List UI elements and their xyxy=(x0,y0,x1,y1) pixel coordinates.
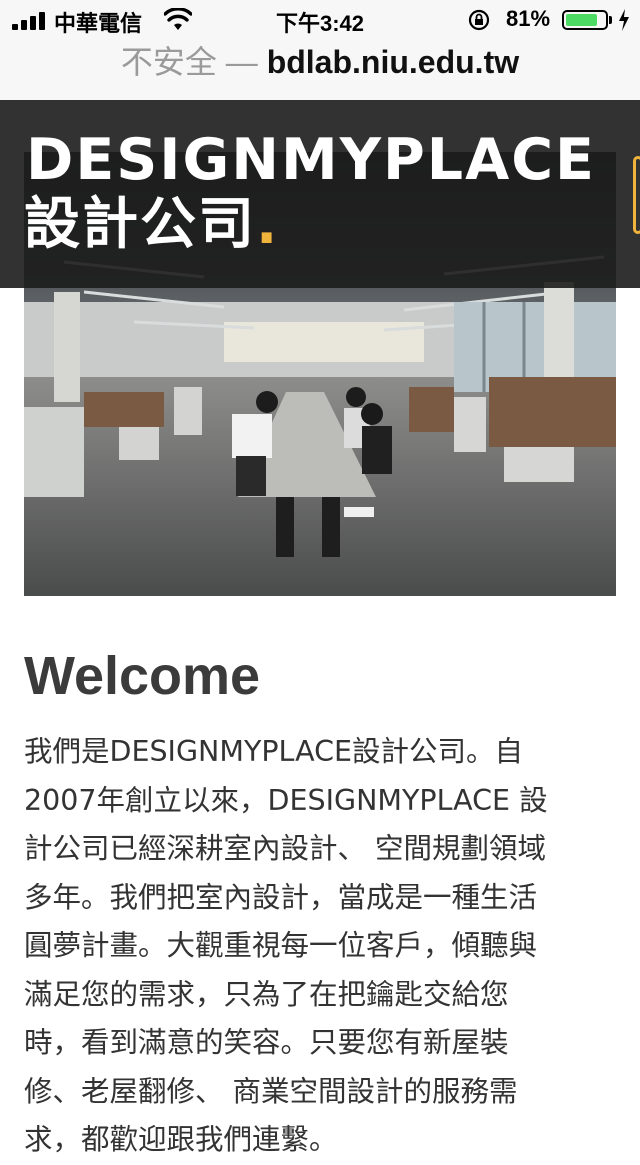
address-bar[interactable]: 不安全 — bdlab.niu.edu.tw xyxy=(0,40,640,100)
welcome-line: 2007年創立以來，DESIGNMYPLACE 設 xyxy=(24,783,548,817)
welcome-heading: Welcome xyxy=(24,646,261,706)
battery-percent: 81% xyxy=(506,6,551,31)
menu-toggle-edge[interactable] xyxy=(633,156,640,234)
battery-icon xyxy=(562,10,608,30)
insecure-label: 不安全 — xyxy=(120,44,258,80)
brand-dot: . xyxy=(256,192,280,257)
battery-nub xyxy=(609,16,612,24)
welcome-line: 滿足您的需求，只為了在把鑰匙交給您 xyxy=(24,977,509,1011)
charging-icon xyxy=(619,9,629,31)
welcome-line: 我們是DESIGNMYPLACE設計公司。自 xyxy=(24,735,523,768)
welcome-line: 計公司已經深耕室內設計、 空間規劃領域 xyxy=(24,832,547,865)
brand-name-zh[interactable]: 設計公司. xyxy=(24,190,279,260)
welcome-line: 修、老屋翻修、 商業空間設計的服務需 xyxy=(24,1074,518,1108)
orientation-lock-icon xyxy=(468,9,490,31)
status-bar: 中華電信 下午3:42 81% xyxy=(0,0,640,40)
brand-name-en[interactable]: DESIGNMYPLACE xyxy=(26,128,596,192)
brand-name-zh-text: 設計公司 xyxy=(24,192,256,257)
welcome-line: 多年。我們把室內設計，當成是一種生活 xyxy=(24,880,538,914)
url-domain: bdlab.niu.edu.tw xyxy=(266,44,520,80)
welcome-line: 圓夢計畫。大觀重視每一位客戶，傾聽與 xyxy=(24,929,538,962)
welcome-line: 求，都歡迎跟我們連繫。 xyxy=(24,1123,338,1156)
welcome-paragraph: 我們是DESIGNMYPLACE設計公司。自 2007年創立以來，DESIGNM… xyxy=(24,728,616,1165)
battery-level xyxy=(566,14,597,26)
welcome-line: 時，看到滿意的笑容。只要您有新屋裝 xyxy=(24,1026,509,1059)
